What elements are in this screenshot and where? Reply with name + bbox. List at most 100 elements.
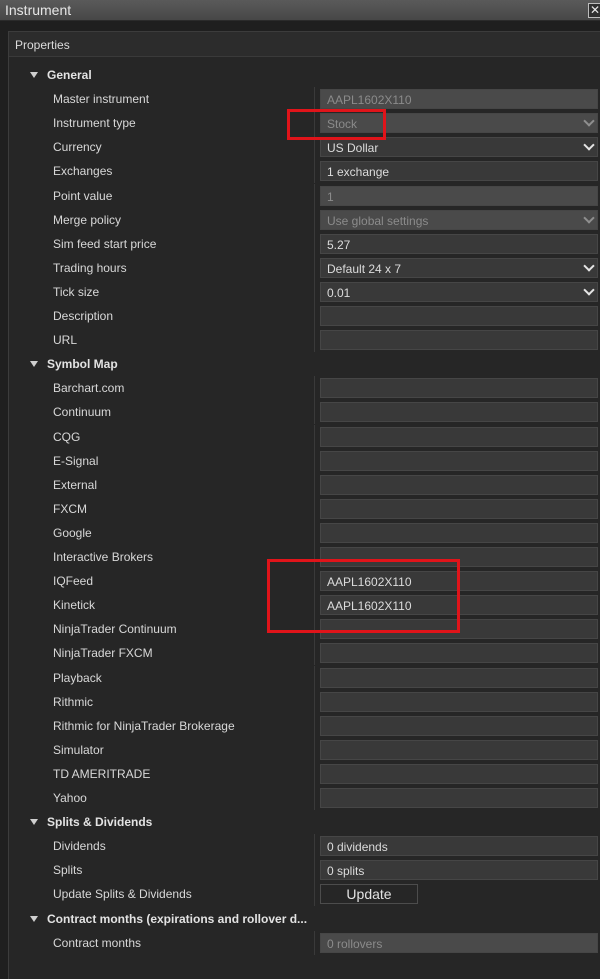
- field-value: AAPL1602X110: [327, 93, 412, 108]
- category-splits-dividends[interactable]: Splits & Dividends: [9, 810, 600, 834]
- property-row-barchart-com: Barchart.com: [9, 376, 600, 401]
- property-row-rithmic: Rithmic: [9, 689, 600, 714]
- instrument-type-dropdown: Stock: [320, 113, 598, 134]
- property-row-dividends: Dividends 0 dividends: [9, 834, 600, 859]
- category-label: Symbol Map: [47, 357, 118, 372]
- property-row-contract-months: Contract months 0 rollovers: [9, 930, 600, 955]
- field-value: AAPL1602X110: [327, 599, 412, 614]
- property-row-trading-hours: Trading hours Default 24 x 7: [9, 255, 600, 280]
- exchanges-field[interactable]: 1 exchange: [320, 161, 598, 182]
- collapse-arrow-icon[interactable]: [30, 819, 38, 826]
- external-field[interactable]: [320, 474, 598, 495]
- trading-hours-dropdown[interactable]: Default 24 x 7: [320, 257, 598, 278]
- fxcm-field[interactable]: [320, 498, 598, 519]
- property-label: Rithmic for NinjaTrader Brokerage: [53, 718, 235, 733]
- e-signal-field[interactable]: [320, 450, 598, 471]
- property-row-td-ameritrade: TD AMERITRADE: [9, 761, 600, 786]
- collapse-arrow-icon[interactable]: [30, 361, 38, 368]
- column-divider: [314, 593, 315, 618]
- property-label: Continuum: [53, 405, 112, 420]
- chevron-down-icon[interactable]: [583, 115, 595, 127]
- property-row-ninjatrader-fxcm: NinjaTrader FXCM: [9, 641, 600, 666]
- column-divider: [314, 231, 315, 256]
- field-value: Use global settings: [327, 213, 429, 228]
- yahoo-field[interactable]: [320, 788, 598, 808]
- tick-size-dropdown[interactable]: 0.01: [320, 281, 598, 302]
- column-divider: [314, 834, 315, 859]
- category-contract-months-expirations-and-rollover-d[interactable]: Contract months (expirations and rollove…: [9, 907, 600, 931]
- simulator-field[interactable]: [320, 739, 598, 760]
- column-divider: [314, 641, 315, 666]
- property-row-fxcm: FXCM: [9, 496, 600, 521]
- point-value-field: 1: [320, 185, 598, 206]
- property-label: Exchanges: [53, 164, 113, 179]
- chevron-down-icon[interactable]: [583, 211, 595, 224]
- field-value: AAPL1602X110: [327, 575, 412, 590]
- cqg-field[interactable]: [320, 426, 598, 447]
- property-label: Contract months: [53, 935, 142, 950]
- dividends-field[interactable]: 0 dividends: [320, 836, 598, 857]
- property-label: Instrument type: [53, 116, 136, 131]
- column-divider: [314, 858, 315, 883]
- category-label: Contract months (expirations and rollove…: [47, 911, 308, 926]
- chevron-down-icon[interactable]: [583, 260, 595, 272]
- column-divider: [314, 328, 315, 353]
- properties-header: Properties: [9, 32, 600, 57]
- column-divider: [314, 159, 315, 184]
- description-field[interactable]: [320, 306, 598, 326]
- property-label: IQFeed: [53, 574, 94, 589]
- collapse-arrow-icon[interactable]: [30, 72, 38, 78]
- playback-field[interactable]: [320, 667, 598, 688]
- field-value: 5.27: [327, 237, 351, 252]
- barchart-com-field[interactable]: [320, 378, 598, 399]
- continuum-field[interactable]: [320, 402, 598, 423]
- column-divider: [314, 496, 315, 521]
- splits-field[interactable]: 0 splits: [320, 860, 598, 881]
- chevron-down-icon[interactable]: [583, 139, 595, 151]
- column-divider: [314, 111, 315, 136]
- ninjatrader-continuum-field[interactable]: [320, 619, 598, 640]
- window-title: Instrument: [5, 2, 72, 18]
- property-row-merge-policy: Merge policy Use global settings: [9, 207, 600, 232]
- property-label: Interactive Brokers: [53, 550, 154, 564]
- category-label: Splits & Dividends: [47, 815, 153, 830]
- column-divider: [314, 520, 315, 545]
- interactive-brokers-field[interactable]: [320, 547, 598, 567]
- collapse-arrow-icon[interactable]: [30, 915, 38, 922]
- rithmic-for-ninjatrader-brokerage-field[interactable]: [320, 715, 598, 736]
- sim-feed-start-price-field[interactable]: 5.27: [320, 233, 598, 254]
- kinetick-field[interactable]: AAPL1602X110: [320, 595, 598, 616]
- property-label: Yahoo: [53, 791, 87, 805]
- property-row-splits: Splits 0 splits: [9, 858, 600, 883]
- field-value: 0 splits: [327, 864, 365, 879]
- iqfeed-field[interactable]: AAPL1602X110: [320, 571, 598, 592]
- close-icon[interactable]: ✕: [588, 3, 600, 18]
- column-divider: [314, 786, 315, 810]
- td-ameritrade-field[interactable]: [320, 763, 598, 784]
- column-divider: [314, 183, 315, 208]
- property-row-external: External: [9, 472, 600, 497]
- property-row-rithmic-for-ninjatrader-brokerage: Rithmic for NinjaTrader Brokerage: [9, 713, 600, 738]
- category-general[interactable]: General: [9, 63, 600, 87]
- google-field[interactable]: [320, 522, 598, 543]
- category-symbol-map[interactable]: Symbol Map: [9, 352, 600, 376]
- currency-dropdown[interactable]: US Dollar: [320, 137, 598, 158]
- field-value: Stock: [327, 117, 358, 132]
- column-divider: [314, 617, 315, 642]
- rithmic-field[interactable]: [320, 691, 598, 712]
- chevron-down-icon[interactable]: [583, 284, 595, 296]
- property-label: NinjaTrader Continuum: [53, 622, 177, 637]
- column-divider: [314, 713, 315, 738]
- column-divider: [314, 424, 315, 449]
- category-label: General: [47, 68, 92, 82]
- field-value: Default 24 x 7: [327, 261, 402, 276]
- property-label: Master instrument: [53, 92, 150, 107]
- ninjatrader-fxcm-field[interactable]: [320, 643, 598, 664]
- column-divider: [314, 400, 315, 425]
- property-label: Tick size: [53, 284, 100, 299]
- url-field[interactable]: [320, 330, 598, 351]
- property-row-simulator: Simulator: [9, 737, 600, 762]
- update-button[interactable]: Update: [320, 884, 418, 905]
- column-divider: [314, 87, 315, 112]
- property-label: Playback: [53, 670, 102, 685]
